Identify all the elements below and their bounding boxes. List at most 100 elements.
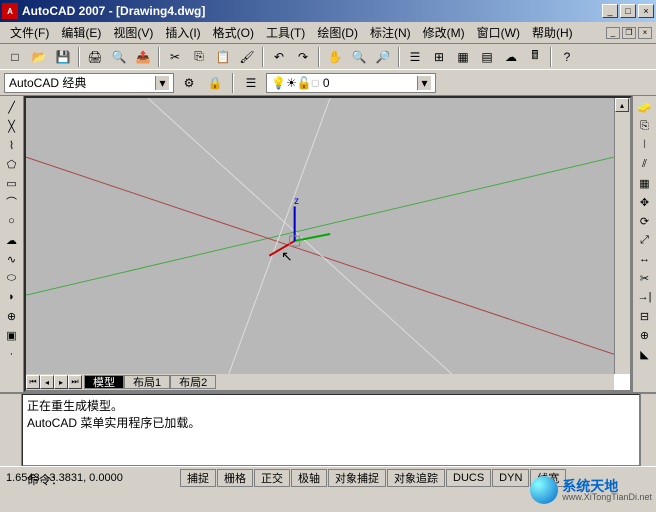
tab-next-button[interactable]: ▸ (54, 375, 68, 389)
minimize-button[interactable]: _ (602, 4, 618, 18)
paste-button[interactable]: 📋 (212, 46, 234, 68)
redo-button[interactable]: ↷ (292, 46, 314, 68)
cut-button[interactable]: ✂ (164, 46, 186, 68)
vertical-scrollbar[interactable]: ▴ (614, 98, 630, 374)
menu-insert[interactable]: 插入(I) (159, 22, 206, 43)
copy-tool[interactable]: ⎘ (635, 117, 655, 135)
status-lwt[interactable]: 线宽 (530, 469, 566, 487)
join-tool[interactable]: ⊕ (635, 326, 655, 344)
preview-button[interactable]: 🔍 (108, 46, 130, 68)
menu-draw[interactable]: 绘图(D) (311, 22, 364, 43)
status-ducs[interactable]: DUCS (446, 469, 491, 487)
line-tool[interactable]: ╱ (2, 98, 22, 116)
menu-modify[interactable]: 修改(M) (417, 22, 471, 43)
pan-button[interactable]: ✋ (324, 46, 346, 68)
break-tool[interactable]: ⊟ (635, 307, 655, 325)
workspace-settings-button[interactable]: ⚙ (178, 72, 200, 94)
arc-tool[interactable]: ⌒ (2, 193, 22, 211)
offset-tool[interactable]: ⫽ (635, 155, 655, 173)
xline-tool[interactable]: ╳ (2, 117, 22, 135)
help-button[interactable]: ? (556, 46, 578, 68)
status-osnap[interactable]: 对象捕捉 (328, 469, 386, 487)
menu-window[interactable]: 窗口(W) (471, 22, 526, 43)
trim-tool[interactable]: ✂ (635, 269, 655, 287)
stretch-tool[interactable]: ↔ (635, 250, 655, 268)
publish-button[interactable]: 📤 (132, 46, 154, 68)
array-tool[interactable]: ▦ (635, 174, 655, 192)
ellipsearc-tool[interactable]: ◗ (2, 288, 22, 306)
mdi-restore-button[interactable]: ❐ (622, 27, 636, 39)
status-snap[interactable]: 捕捉 (180, 469, 216, 487)
menu-tools[interactable]: 工具(T) (260, 22, 311, 43)
open-button[interactable]: 📂 (28, 46, 50, 68)
status-otrack[interactable]: 对象追踪 (387, 469, 445, 487)
circle-tool[interactable]: ○ (2, 212, 22, 230)
open-icon: 📂 (32, 50, 47, 64)
insert-tool[interactable]: ⊕ (2, 307, 22, 325)
mdi-minimize-button[interactable]: _ (606, 27, 620, 39)
new-button[interactable]: □ (4, 46, 26, 68)
copy-button[interactable]: ⎘ (188, 46, 210, 68)
workspace-combo[interactable]: AutoCAD 经典 ▾ (4, 73, 174, 93)
tab-last-button[interactable]: ⏭ (68, 375, 82, 389)
menu-edit[interactable]: 编辑(E) (55, 22, 107, 43)
designcenter-button[interactable]: ⊞ (428, 46, 450, 68)
point-tool[interactable]: · (2, 345, 22, 363)
undo-button[interactable]: ↶ (268, 46, 290, 68)
menu-dimension[interactable]: 标注(N) (364, 22, 417, 43)
tab-prev-button[interactable]: ◂ (40, 375, 54, 389)
maximize-button[interactable]: □ (620, 4, 636, 18)
revcloud-tool[interactable]: ☁ (2, 231, 22, 249)
scale-tool[interactable]: ⤢ (635, 231, 655, 249)
command-text-area[interactable]: 正在重生成模型。 AutoCAD 菜单实用程序已加载。 命令： (22, 394, 640, 466)
move-tool[interactable]: ✥ (635, 193, 655, 211)
separator (232, 73, 234, 93)
markup-button[interactable]: ☁ (500, 46, 522, 68)
tab-layout2[interactable]: 布局2 (170, 375, 216, 389)
scroll-up-button[interactable]: ▴ (615, 98, 629, 112)
ellipse-tool[interactable]: ⬭ (2, 269, 22, 287)
spline-tool[interactable]: ∿ (2, 250, 22, 268)
rectangle-tool[interactable]: ▭ (2, 174, 22, 192)
status-grid[interactable]: 栅格 (217, 469, 253, 487)
gear-icon: ⚙ (184, 76, 195, 90)
mdi-close-button[interactable]: × (638, 27, 652, 39)
zoom-button[interactable]: 🔍 (348, 46, 370, 68)
toolpalette-button[interactable]: ▦ (452, 46, 474, 68)
mirror-tool[interactable]: ⦚ (635, 136, 655, 154)
help-icon: ? (564, 50, 571, 64)
status-dyn[interactable]: DYN (492, 469, 529, 487)
command-handle[interactable] (0, 394, 22, 466)
layer-combo[interactable]: 💡 ☀ 🔓 ■ 0 ▾ (266, 73, 436, 93)
zoomprev-button[interactable]: 🔎 (372, 46, 394, 68)
menu-format[interactable]: 格式(O) (207, 22, 260, 43)
rotate-tool[interactable]: ⟳ (635, 212, 655, 230)
menu-file[interactable]: 文件(F) (4, 22, 55, 43)
chevron-down-icon[interactable]: ▾ (155, 76, 169, 90)
polygon-tool[interactable]: ⬠ (2, 155, 22, 173)
drawing-canvas[interactable]: z ↖ (26, 98, 614, 374)
block-tool[interactable]: ▣ (2, 326, 22, 344)
matchprop-button[interactable]: 🖌 (236, 46, 258, 68)
properties-button[interactable]: ☰ (404, 46, 426, 68)
workspace-lock-button[interactable]: 🔒 (204, 72, 226, 94)
quickcalc-button[interactable]: 🖩 (524, 46, 546, 68)
polyline-tool[interactable]: ⌇ (2, 136, 22, 154)
menu-view[interactable]: 视图(V) (107, 22, 159, 43)
sheetset-button[interactable]: ▤ (476, 46, 498, 68)
menu-help[interactable]: 帮助(H) (526, 22, 579, 43)
save-button[interactable]: 💾 (52, 46, 74, 68)
layer-manager-button[interactable]: ☰ (240, 72, 262, 94)
extend-tool[interactable]: →| (635, 288, 655, 306)
chamfer-tool[interactable]: ◣ (635, 345, 655, 363)
erase-tool[interactable]: 🧽 (635, 98, 655, 116)
command-scrollbar[interactable] (640, 394, 656, 466)
status-polar[interactable]: 极轴 (291, 469, 327, 487)
chevron-down-icon[interactable]: ▾ (417, 76, 431, 90)
status-ortho[interactable]: 正交 (254, 469, 290, 487)
print-button[interactable]: 🖨 (84, 46, 106, 68)
tab-first-button[interactable]: ⏮ (26, 375, 40, 389)
tab-layout1[interactable]: 布局1 (124, 375, 170, 389)
tab-model[interactable]: 模型 (84, 375, 124, 389)
close-button[interactable]: × (638, 4, 654, 18)
